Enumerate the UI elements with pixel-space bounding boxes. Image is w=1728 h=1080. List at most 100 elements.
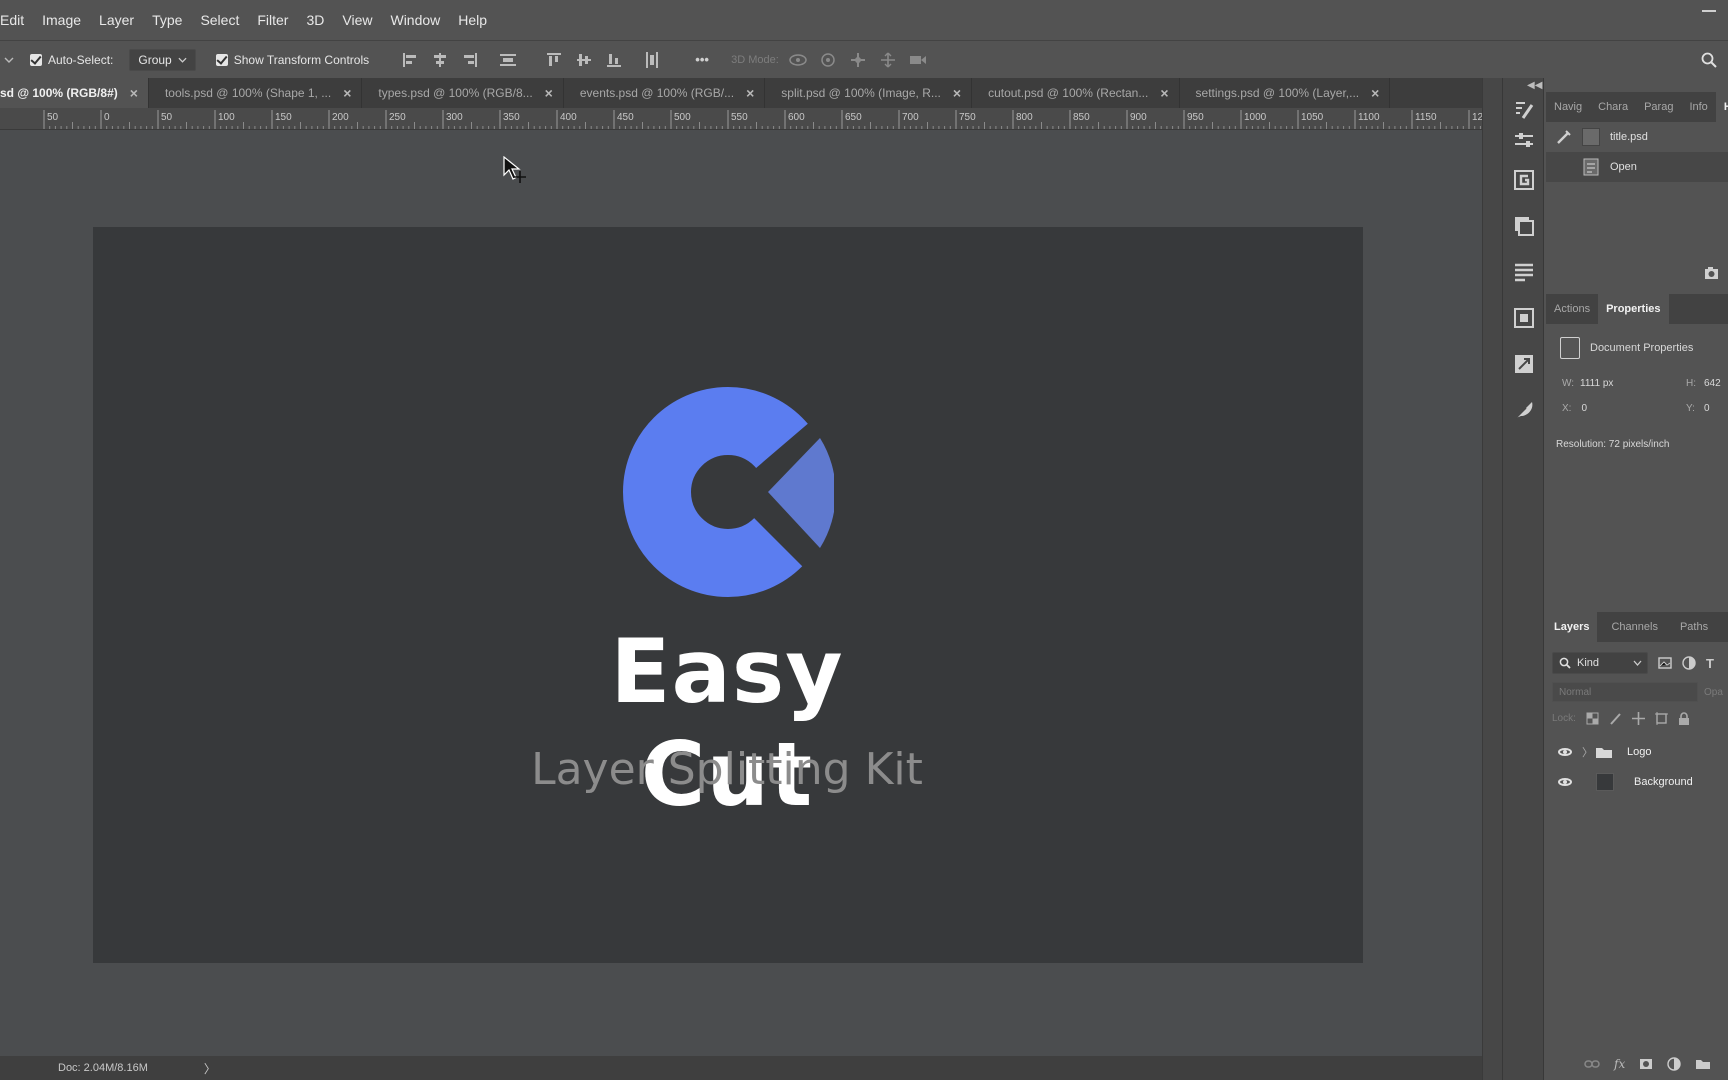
brush-settings-icon[interactable]	[1512, 98, 1536, 122]
history-snapshot[interactable]: title.psd	[1546, 122, 1728, 152]
distribute-vertical-icon[interactable]	[497, 49, 519, 71]
align-top-edges-icon[interactable]	[543, 49, 565, 71]
glyphs-icon[interactable]	[1512, 168, 1536, 192]
distribute-horizontal-icon[interactable]	[641, 49, 663, 71]
tab-layers[interactable]: Layers	[1546, 612, 1598, 642]
new-snapshot-icon[interactable]	[1704, 266, 1720, 283]
expand-group-chevron-icon[interactable]: 〉	[1582, 744, 1593, 760]
align-right-edges-icon[interactable]	[459, 49, 481, 71]
auto-select-checkbox[interactable]: Auto-Select:	[30, 53, 113, 67]
menu-view[interactable]: View	[333, 0, 381, 40]
status-menu-arrow-icon[interactable]: 〉	[204, 1060, 216, 1077]
menu-edit[interactable]: Edit	[0, 0, 33, 40]
feather-icon[interactable]	[1512, 398, 1536, 422]
paragraph-styles-icon[interactable]	[1512, 260, 1536, 284]
tab-types[interactable]: types.psd @ 100% (RGB/8... ×	[362, 78, 564, 108]
checkbox-icon[interactable]	[215, 53, 228, 66]
visibility-eye-icon[interactable]	[1558, 748, 1572, 756]
close-icon[interactable]: ×	[746, 85, 754, 101]
lock-transparent-icon[interactable]	[1586, 712, 1599, 725]
lock-position-icon[interactable]	[1631, 712, 1645, 725]
menu-layer[interactable]: Layer	[90, 0, 143, 40]
filter-adjustment-icon[interactable]	[1682, 656, 1696, 670]
close-icon[interactable]: ×	[1371, 85, 1379, 101]
menu-3d[interactable]: 3D	[297, 0, 333, 40]
canvas-subtitle: Layer Splitting Kit	[531, 744, 923, 795]
layer-effects-icon[interactable]: fx	[1614, 1057, 1625, 1071]
auto-select-target-select[interactable]: Group	[129, 48, 196, 71]
drag-3d-icon[interactable]	[847, 49, 869, 71]
close-icon[interactable]: ×	[1160, 85, 1168, 101]
roll-3d-icon[interactable]	[817, 49, 839, 71]
tab-settings[interactable]: settings.psd @ 100% (Layer,... ×	[1180, 78, 1391, 108]
search-icon[interactable]	[1698, 49, 1720, 71]
tab-tools[interactable]: tools.psd @ 100% (Shape 1, ... ×	[149, 78, 363, 108]
close-icon[interactable]: ×	[343, 85, 351, 101]
tab-character[interactable]: Chara	[1590, 92, 1636, 122]
history-brush-source-icon[interactable]	[1556, 129, 1572, 145]
tab-document[interactable]: sd @ 100% (RGB/8#) ×	[0, 78, 149, 108]
layer-row-background[interactable]: Background	[1546, 767, 1728, 797]
add-mask-icon[interactable]	[1639, 1058, 1653, 1070]
collapse-panels-icon[interactable]: ◀◀	[1527, 80, 1542, 91]
new-adjustment-layer-icon[interactable]	[1667, 1057, 1681, 1071]
align-vertical-centers-icon[interactable]	[573, 49, 595, 71]
artboard-icon[interactable]	[1512, 306, 1536, 330]
y-value[interactable]: 0	[1704, 403, 1710, 414]
close-icon[interactable]: ×	[953, 85, 961, 101]
filter-pixel-icon[interactable]	[1658, 657, 1672, 669]
layer-row-logo[interactable]: 〉 Logo	[1546, 737, 1728, 767]
tab-paragraph[interactable]: Parag	[1636, 92, 1681, 122]
x-value[interactable]: 0	[1581, 403, 1587, 414]
show-transform-checkbox[interactable]: Show Transform Controls	[215, 53, 369, 67]
tab-cutout[interactable]: cutout.psd @ 100% (Rectan... ×	[972, 78, 1180, 108]
visibility-eye-icon[interactable]	[1558, 778, 1572, 786]
slide-3d-icon[interactable]	[877, 49, 899, 71]
tab-history[interactable]: Hi	[1715, 92, 1728, 122]
tab-navigator[interactable]: Navig	[1546, 92, 1590, 122]
align-bottom-edges-icon[interactable]	[603, 49, 625, 71]
menu-image[interactable]: Image	[33, 0, 90, 40]
vertical-scrollbar[interactable]	[1482, 78, 1502, 1080]
close-icon[interactable]: ×	[130, 85, 138, 101]
align-horizontal-centers-icon[interactable]	[429, 49, 451, 71]
tab-actions[interactable]: Actions	[1546, 294, 1598, 324]
menu-window[interactable]: Window	[381, 0, 449, 40]
folder-icon	[1596, 748, 1612, 758]
tab-channels[interactable]: Channels	[1597, 612, 1671, 642]
checkbox-icon[interactable]	[30, 53, 42, 66]
panel-icon-dock	[1502, 78, 1544, 1080]
filter-type-icon[interactable]: T	[1706, 656, 1714, 671]
lock-all-icon[interactable]	[1678, 712, 1690, 725]
width-value[interactable]: 1111 px	[1580, 378, 1613, 389]
scale-3d-icon[interactable]	[907, 49, 929, 71]
libraries-icon[interactable]	[1512, 214, 1536, 238]
transform-icon[interactable]	[1512, 352, 1536, 376]
menu-select[interactable]: Select	[191, 0, 248, 40]
tab-info[interactable]: Info	[1681, 92, 1715, 122]
tool-preset-dropdown-icon[interactable]	[0, 49, 18, 71]
horizontal-ruler[interactable]: 50 0 50 100 150 200 250 300 350 400 450 500 550 600 65…	[0, 108, 1482, 130]
blend-mode-select[interactable]: Normal	[1552, 682, 1698, 702]
new-group-icon[interactable]	[1695, 1058, 1711, 1070]
link-layers-icon[interactable]	[1584, 1059, 1600, 1069]
close-icon[interactable]: ×	[545, 85, 553, 101]
lock-pixels-icon[interactable]	[1609, 712, 1622, 725]
layer-kind-filter[interactable]: Kind	[1552, 652, 1648, 674]
tab-paths[interactable]: Paths	[1672, 612, 1716, 642]
tab-split[interactable]: split.psd @ 100% (Image, R... ×	[765, 78, 973, 108]
tab-events[interactable]: events.psd @ 100% (RGB/... ×	[564, 78, 766, 108]
menu-type[interactable]: Type	[143, 0, 191, 40]
height-value[interactable]: 642	[1704, 378, 1721, 389]
minimize-icon[interactable]	[1702, 10, 1716, 12]
adjustment-sliders-icon[interactable]	[1512, 128, 1536, 152]
orbit-3d-icon[interactable]	[787, 49, 809, 71]
more-options-button[interactable]: •••	[687, 49, 717, 71]
align-left-edges-icon[interactable]	[399, 49, 421, 71]
resolution-row: Resolution: 72 pixels/inch	[1546, 435, 1728, 453]
menu-help[interactable]: Help	[449, 0, 496, 40]
menu-filter[interactable]: Filter	[248, 0, 297, 40]
history-state[interactable]: Open	[1546, 152, 1728, 182]
tab-properties[interactable]: Properties	[1598, 294, 1669, 324]
lock-artboard-icon[interactable]	[1654, 712, 1668, 725]
